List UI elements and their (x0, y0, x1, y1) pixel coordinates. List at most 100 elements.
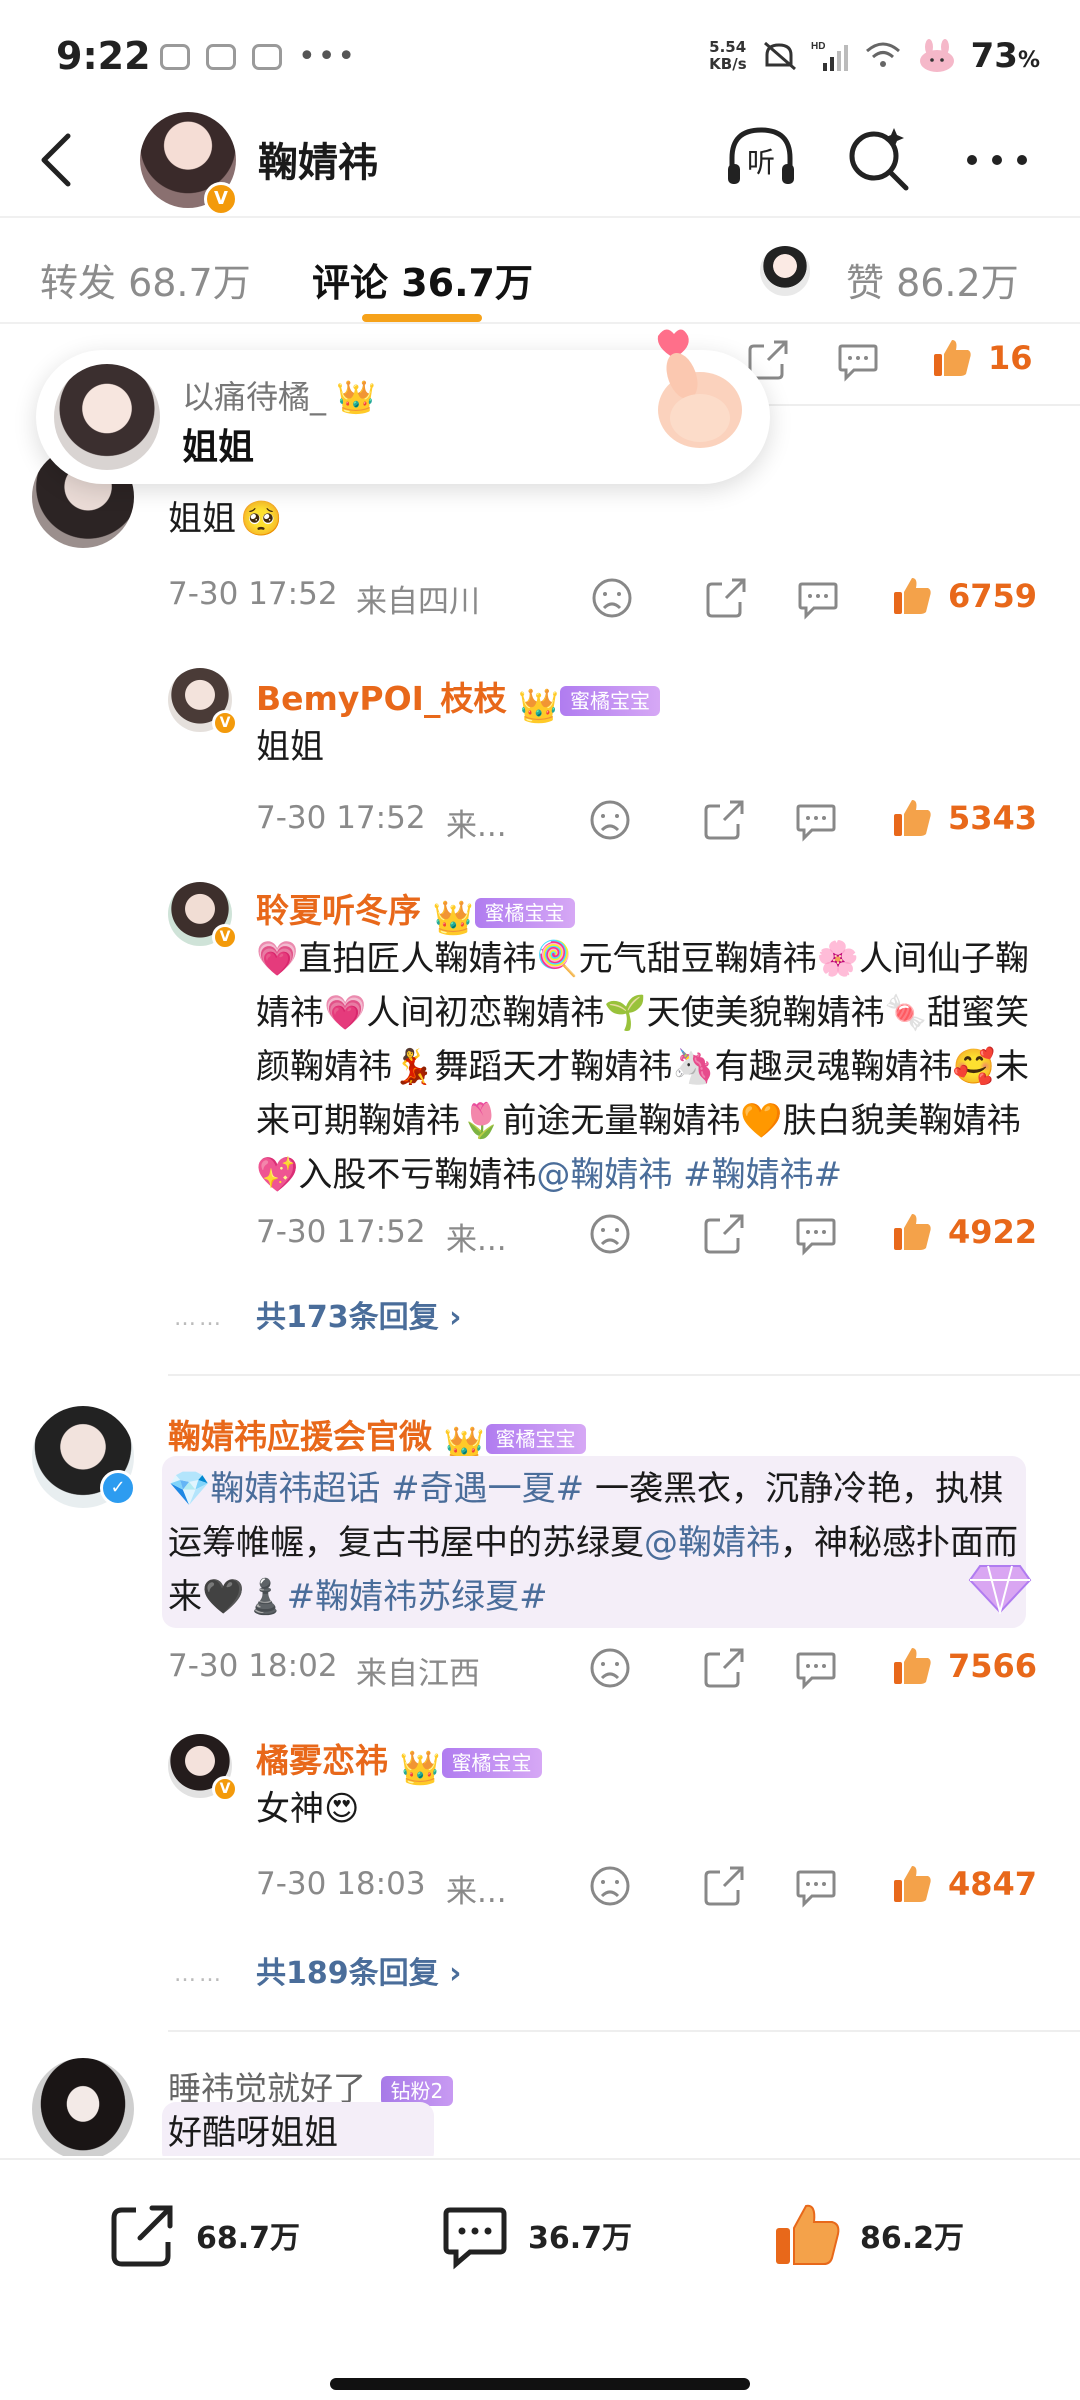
crown-icon: 👑 (336, 378, 377, 416)
dislike-icon[interactable] (588, 1864, 632, 1908)
like-post-button[interactable]: 86.2万 (772, 2200, 964, 2270)
reply-username[interactable]: 橘雾恋祎 👑 蜜橘宝宝 (256, 1734, 542, 1787)
reply-text: 女神😍 (256, 1789, 360, 1829)
comment-button[interactable]: 36.7万 (440, 2200, 632, 2270)
network-speed: 5.54 KB/s (709, 38, 747, 73)
reply-username[interactable]: BemyPOI_枝枝 👑 蜜橘宝宝 (256, 672, 660, 725)
comment-time: 7-30 17:52 (168, 576, 338, 612)
reply-icon[interactable] (794, 1646, 838, 1690)
fan-badge: 蜜橘宝宝 (474, 897, 575, 928)
tab-likes[interactable]: 赞 86.2万 (846, 252, 1019, 307)
like-button[interactable]: 5343 (890, 796, 1037, 840)
fan-badge: 蜜橘宝宝 (559, 685, 660, 716)
supertopic-link[interactable]: 💎鞠婧祎超话 (168, 1469, 380, 1509)
share-icon[interactable] (702, 1864, 746, 1908)
divider (168, 1374, 1080, 1376)
share-icon[interactable] (702, 1646, 746, 1690)
more-notifications-icon: ••• (298, 39, 358, 74)
signal-icon: HD (811, 41, 848, 71)
reply-icon[interactable] (794, 1212, 838, 1256)
dislike-icon[interactable] (588, 1212, 632, 1256)
tab-comments[interactable]: 评论 36.7万 (312, 252, 533, 307)
comment-list: 16 姐姐 🥺 7-30 17:52 来自四川 6759 V BemyPOI_枝… (0, 326, 1080, 2156)
ai-search-icon[interactable] (840, 120, 918, 198)
verified-icon: V (204, 182, 238, 216)
verified-blue-icon: ✓ (100, 1470, 136, 1506)
comment-username[interactable]: 鞠婧祎应援会官微 👑 蜜橘宝宝 (168, 1410, 586, 1463)
share-icon[interactable] (702, 798, 746, 842)
thumbs-up-icon (894, 1214, 931, 1250)
like-button[interactable]: 16 (930, 336, 1033, 380)
reply-preview-popup[interactable]: 以痛待橘_ 👑 姐姐 (36, 329, 770, 484)
dislike-icon[interactable] (588, 798, 632, 842)
divider (168, 2030, 1080, 2032)
reply-username[interactable]: 聆夏听冬序 👑 蜜橘宝宝 (256, 884, 575, 937)
share-icon[interactable] (704, 576, 748, 620)
reply-icon[interactable] (796, 576, 840, 620)
reply-location: 来... (446, 808, 507, 844)
hashtag-link[interactable]: #奇遇一夏# (391, 1469, 584, 1509)
like-button[interactable]: 4847 (890, 1862, 1037, 1906)
reply-icon[interactable] (794, 1864, 838, 1908)
top-nav: V 鞠婧祎 听 (0, 100, 1080, 216)
thumbs-up-icon (894, 800, 931, 836)
weibo-notification-icon (160, 44, 190, 70)
thumbs-up-icon (894, 578, 931, 614)
mute-icon (763, 41, 796, 71)
thumbs-up-liked-icon (776, 2204, 840, 2265)
comment-icon[interactable] (836, 338, 880, 382)
share-icon[interactable] (702, 1212, 746, 1256)
repost-button[interactable]: 68.7万 (108, 2200, 300, 2270)
verified-icon: V (212, 710, 238, 736)
verified-icon: V (212, 1776, 238, 1802)
wifi-icon (865, 42, 900, 67)
battery-level: 73% (970, 36, 1040, 76)
page-title: 鞠婧祎 (258, 140, 378, 186)
reply-icon[interactable] (794, 798, 838, 842)
liker-avatar (760, 246, 810, 296)
like-button[interactable]: 6759 (890, 574, 1037, 618)
mention-link[interactable]: @鞠婧祎 (536, 1155, 672, 1195)
gallery-notification-icon (252, 44, 282, 70)
tab-repost[interactable]: 转发 68.7万 (40, 252, 251, 307)
diamond-fan-badge: 钻粉2 (380, 2075, 454, 2106)
repost-icon (111, 2205, 173, 2267)
hashtag-link[interactable]: #鞠婧祎苏绿夏# (287, 1577, 548, 1617)
reply-time: 7-30 18:03 (256, 1866, 426, 1902)
bottom-action-bar: 68.7万 36.7万 86.2万 (0, 2158, 1080, 2400)
crown-icon: 👑 (443, 1423, 485, 1463)
post-tabs: 转发 68.7万 评论 36.7万 赞 86.2万 (0, 216, 1080, 324)
active-tab-indicator (362, 314, 482, 322)
listen-label: 听 (747, 146, 775, 179)
listen-headphones-icon[interactable]: 听 (722, 120, 800, 198)
like-button[interactable]: 4922 (890, 1210, 1037, 1254)
wechat-notification-icon (206, 44, 236, 70)
more-menu-icon[interactable] (958, 120, 1036, 198)
dislike-icon[interactable] (590, 576, 634, 620)
thumbs-up-icon (894, 1866, 931, 1902)
commenter-avatar[interactable] (32, 2058, 134, 2156)
finger-heart-icon (657, 329, 742, 448)
home-indicator[interactable] (330, 2378, 750, 2390)
popup-text: 姐姐 (182, 427, 255, 468)
status-time: 9:22 (56, 34, 151, 78)
dislike-icon[interactable] (588, 1646, 632, 1690)
crown-icon: 👑 (432, 897, 474, 937)
like-button[interactable]: 7566 (890, 1644, 1037, 1688)
reply-time: 7-30 17:52 (256, 800, 426, 836)
back-arrow-icon[interactable] (34, 130, 84, 190)
more-replies-link[interactable]: 共173条回复 › (256, 1292, 461, 1336)
verified-icon: V (212, 924, 238, 950)
thumbs-up-icon (894, 1648, 931, 1684)
reply-text: 姐姐 (256, 727, 324, 767)
comment-location: 来自四川 (356, 584, 480, 620)
more-replies-link[interactable]: 共189条回复 › (256, 1948, 461, 1992)
fan-badge: 蜜橘宝宝 (485, 1423, 586, 1454)
hashtag-link[interactable]: #鞠婧祎# (683, 1155, 842, 1195)
comment-bubble-icon (443, 2207, 507, 2270)
status-bar: 9:22 ••• 5.54 KB/s HD 73% (0, 0, 1080, 110)
comment-text: 好酷呀姐姐 (168, 2113, 338, 2153)
diamond-decoration-icon (968, 1565, 1032, 1614)
mention-link[interactable]: @鞠婧祎 (644, 1523, 780, 1563)
battery-bunny-icon (919, 39, 954, 72)
